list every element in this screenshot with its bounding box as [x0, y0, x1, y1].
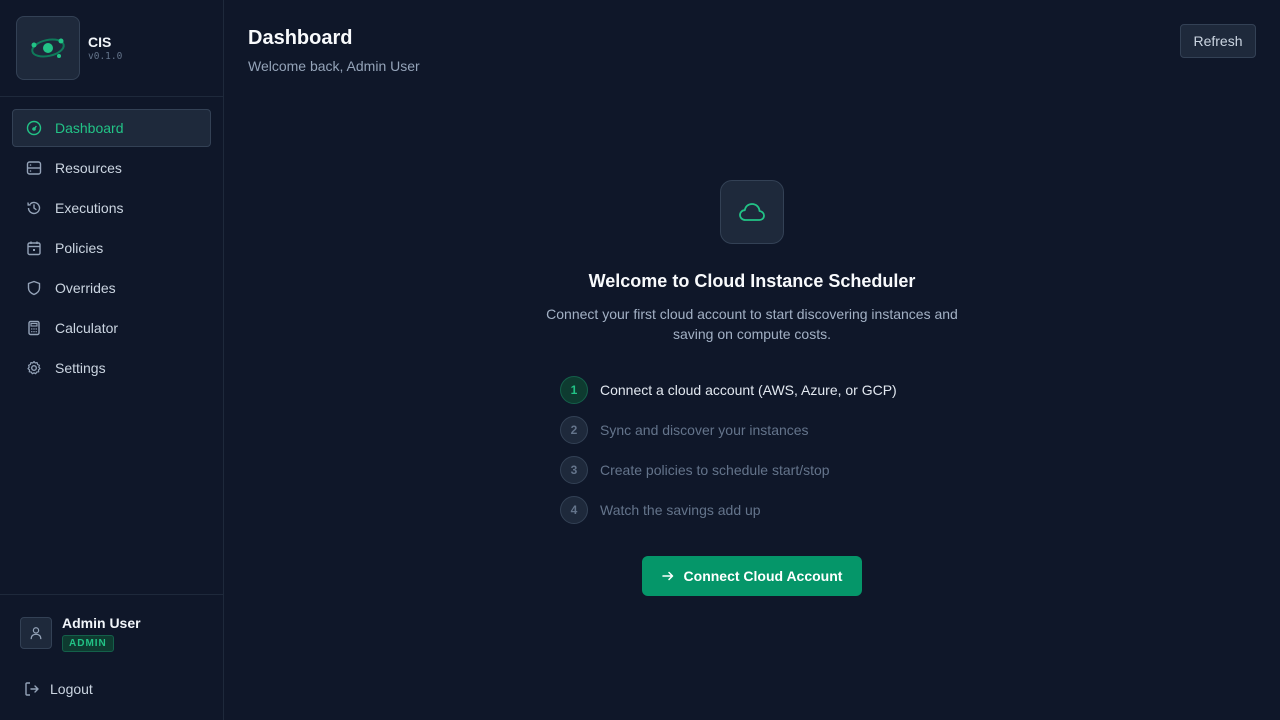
orbit-logo-icon[interactable]	[16, 16, 80, 80]
sidebar-item-label: Policies	[55, 240, 104, 256]
sidebar-item-executions[interactable]: Executions	[12, 189, 211, 227]
sidebar-item-label: Calculator	[55, 320, 119, 336]
sidebar-item-overrides[interactable]: Overrides	[12, 269, 211, 307]
user-name: Admin User	[62, 615, 141, 631]
sidebar-item-label: Overrides	[55, 280, 116, 296]
sidebar: CIS v0.1.0 Dashboard Resources Execution…	[0, 0, 224, 720]
logout-label: Logout	[50, 681, 93, 697]
step-label: Sync and discover your instances	[600, 422, 809, 438]
gauge-icon	[25, 119, 43, 137]
welcome-description-line: saving on compute costs.	[673, 326, 831, 342]
sidebar-item-label: Resources	[55, 160, 122, 176]
step-number: 4	[560, 496, 588, 524]
brand-version: v0.1.0	[88, 51, 123, 62]
step-label: Watch the savings add up	[600, 502, 761, 518]
sidebar-nav: Dashboard Resources Executions Policies …	[0, 97, 223, 387]
avatar[interactable]	[20, 617, 52, 649]
step-item: 2 Sync and discover your instances	[560, 416, 897, 444]
arrow-right-icon	[661, 571, 673, 581]
step-item: 4 Watch the savings add up	[560, 496, 897, 524]
step-item: 1 Connect a cloud account (AWS, Azure, o…	[560, 376, 897, 404]
onboarding-steps: 1 Connect a cloud account (AWS, Azure, o…	[560, 376, 897, 536]
sidebar-item-label: Settings	[55, 360, 106, 376]
sidebar-item-settings[interactable]: Settings	[12, 349, 211, 387]
shield-icon	[25, 279, 43, 297]
sidebar-item-dashboard[interactable]: Dashboard	[12, 109, 211, 147]
step-label: Create policies to schedule start/stop	[600, 462, 830, 478]
server-icon	[25, 159, 43, 177]
user-panel: Admin User ADMIN Logout	[0, 594, 223, 720]
logout-icon	[25, 682, 39, 696]
welcome-title: Welcome to Cloud Instance Scheduler	[588, 271, 916, 291]
welcome-description: Connect your first cloud account to star…	[502, 304, 1002, 344]
calendar-icon	[25, 239, 43, 257]
step-number: 2	[560, 416, 588, 444]
sidebar-item-resources[interactable]: Resources	[12, 149, 211, 187]
logout-button[interactable]: Logout	[24, 681, 93, 697]
cloud-icon	[720, 180, 784, 244]
page-subtitle: Welcome back, Admin User	[248, 58, 420, 74]
page-title: Dashboard	[248, 27, 353, 49]
user-icon	[30, 627, 42, 640]
connect-cloud-account-button[interactable]: Connect Cloud Account	[642, 556, 862, 596]
history-icon	[25, 199, 43, 217]
brand-header: CIS v0.1.0	[0, 0, 223, 97]
step-number: 3	[560, 456, 588, 484]
sidebar-item-calculator[interactable]: Calculator	[12, 309, 211, 347]
cta-label: Connect Cloud Account	[683, 568, 843, 584]
step-item: 3 Create policies to schedule start/stop	[560, 456, 897, 484]
calculator-icon	[25, 319, 43, 337]
gear-icon	[25, 359, 43, 377]
step-label: Connect a cloud account (AWS, Azure, or …	[600, 382, 897, 398]
sidebar-item-label: Dashboard	[55, 120, 124, 136]
refresh-button[interactable]: Refresh	[1180, 24, 1256, 58]
step-number: 1	[560, 376, 588, 404]
brand-name: CIS	[88, 34, 112, 50]
welcome-description-line: Connect your first cloud account to star…	[546, 306, 958, 322]
role-badge: ADMIN	[62, 635, 114, 652]
sidebar-item-label: Executions	[55, 200, 124, 216]
sidebar-item-policies[interactable]: Policies	[12, 229, 211, 267]
